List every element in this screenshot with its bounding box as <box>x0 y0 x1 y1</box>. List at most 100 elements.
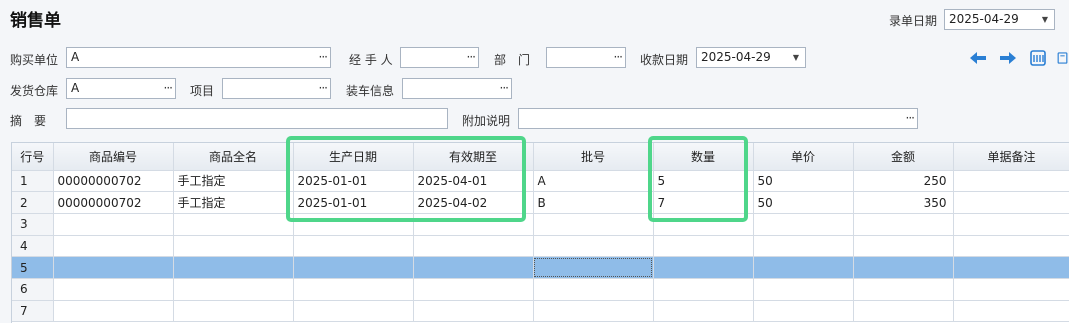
cell-exp-date[interactable] <box>413 278 534 301</box>
cell-name[interactable] <box>173 300 294 323</box>
cell-amount[interactable]: 250 <box>853 170 954 193</box>
cell-remark[interactable] <box>953 256 1069 279</box>
cell-batch[interactable] <box>533 235 654 258</box>
cell-exp-date[interactable] <box>413 300 534 323</box>
cell-code[interactable] <box>53 213 174 236</box>
cell-qty[interactable]: 7 <box>653 191 754 214</box>
cell-prod-date[interactable] <box>293 278 414 301</box>
cell-name[interactable] <box>173 278 294 301</box>
table-row[interactable]: 1 00000000702 手工指定 2025-01-01 2025-04-01… <box>12 170 1069 193</box>
col-header-remark[interactable]: 单据备注 <box>953 143 1069 171</box>
ellipsis-icon[interactable]: ··· <box>614 48 624 67</box>
cell-prod-date[interactable] <box>293 300 414 323</box>
notes-field[interactable]: ··· <box>518 108 918 129</box>
cell-price[interactable]: 50 <box>753 191 854 214</box>
cell-batch[interactable] <box>533 213 654 236</box>
cell-prod-date[interactable]: 2025-01-01 <box>293 191 414 214</box>
cell-price[interactable] <box>753 213 854 236</box>
table-row[interactable]: 2 00000000702 手工指定 2025-01-01 2025-04-02… <box>12 191 1069 214</box>
cell-prod-date[interactable]: 2025-01-01 <box>293 170 414 193</box>
cell-name[interactable] <box>173 213 294 236</box>
ellipsis-icon[interactable]: ··· <box>319 48 329 67</box>
cell-qty[interactable] <box>653 256 754 279</box>
summary-field[interactable] <box>66 108 448 129</box>
cell-price[interactable]: 50 <box>753 170 854 193</box>
col-header-qty[interactable]: 数量 <box>653 143 754 171</box>
cell-code[interactable]: 00000000702 <box>53 170 174 193</box>
col-header-prod-date[interactable]: 生产日期 <box>293 143 414 171</box>
col-header-row-no[interactable]: 行号 <box>12 143 54 171</box>
cell-name[interactable] <box>173 256 294 279</box>
cell-remark[interactable] <box>953 213 1069 236</box>
cell-amount[interactable] <box>853 300 954 323</box>
chevron-down-icon[interactable]: ▼ <box>787 48 805 67</box>
col-header-batch[interactable]: 批号 <box>533 143 654 171</box>
cell-remark[interactable] <box>953 278 1069 301</box>
cell-code[interactable] <box>53 300 174 323</box>
cell-qty[interactable] <box>653 235 754 258</box>
handler-field[interactable]: ··· <box>400 47 479 68</box>
cell-price[interactable] <box>753 256 854 279</box>
receipt-date-select[interactable]: 2025-04-29 ▼ <box>696 47 806 68</box>
cell-exp-date[interactable]: 2025-04-01 <box>413 170 534 193</box>
col-header-exp-date[interactable]: 有效期至 <box>413 143 534 171</box>
buyer-field[interactable]: A ··· <box>66 47 331 68</box>
cell-amount[interactable] <box>853 256 954 279</box>
table-row[interactable]: 6 <box>12 278 1069 301</box>
items-grid[interactable]: 行号 商品编号 商品全名 生产日期 有效期至 批号 数量 单价 金额 单据备注 … <box>11 142 1069 323</box>
cell-qty[interactable] <box>653 300 754 323</box>
cell-exp-date[interactable] <box>413 235 534 258</box>
cell-code[interactable] <box>53 256 174 279</box>
cell-name[interactable]: 手工指定 <box>173 170 294 193</box>
cell-prod-date[interactable] <box>293 235 414 258</box>
cell-batch[interactable]: B <box>533 191 654 214</box>
col-header-code[interactable]: 商品编号 <box>53 143 174 171</box>
cell-code[interactable] <box>53 235 174 258</box>
ellipsis-icon[interactable]: ··· <box>467 48 477 67</box>
cell-exp-date[interactable] <box>413 213 534 236</box>
cell-remark[interactable] <box>953 300 1069 323</box>
col-header-price[interactable]: 单价 <box>753 143 854 171</box>
cell-code[interactable]: 00000000702 <box>53 191 174 214</box>
arrow-left-icon[interactable] <box>968 48 988 68</box>
table-row[interactable]: 7 <box>12 300 1069 323</box>
cell-batch-focused[interactable] <box>533 256 654 279</box>
entry-date-select[interactable]: 2025-04-29 ▼ <box>944 9 1055 30</box>
cell-price[interactable] <box>753 278 854 301</box>
cell-prod-date[interactable] <box>293 213 414 236</box>
arrow-right-icon[interactable] <box>998 48 1018 68</box>
cell-exp-date[interactable] <box>413 256 534 279</box>
calculator-icon[interactable] <box>1028 48 1048 68</box>
cell-amount[interactable]: 350 <box>853 191 954 214</box>
cell-batch[interactable]: A <box>533 170 654 193</box>
cell-qty[interactable] <box>653 278 754 301</box>
cell-name[interactable]: 手工指定 <box>173 191 294 214</box>
ellipsis-icon[interactable]: ··· <box>164 79 174 98</box>
table-row[interactable]: 4 <box>12 235 1069 258</box>
cell-remark[interactable] <box>953 235 1069 258</box>
warehouse-field[interactable]: A ··· <box>66 78 176 99</box>
cell-remark[interactable] <box>953 170 1069 193</box>
cell-name[interactable] <box>173 235 294 258</box>
cell-exp-date[interactable]: 2025-04-02 <box>413 191 534 214</box>
cell-remark[interactable] <box>953 191 1069 214</box>
cell-batch[interactable] <box>533 278 654 301</box>
cell-qty[interactable] <box>653 213 754 236</box>
col-header-name[interactable]: 商品全名 <box>173 143 294 171</box>
project-field[interactable]: ··· <box>222 78 331 99</box>
cell-code[interactable] <box>53 278 174 301</box>
cell-batch[interactable] <box>533 300 654 323</box>
table-row-selected[interactable]: 5 <box>12 256 1069 279</box>
chevron-down-icon[interactable]: ▼ <box>1036 10 1054 29</box>
cell-amount[interactable] <box>853 278 954 301</box>
col-header-amount[interactable]: 金额 <box>853 143 954 171</box>
table-row[interactable]: 3 <box>12 213 1069 236</box>
cell-price[interactable] <box>753 235 854 258</box>
cell-amount[interactable] <box>853 235 954 258</box>
cell-qty[interactable]: 5 <box>653 170 754 193</box>
dept-field[interactable]: ··· <box>546 47 626 68</box>
ellipsis-icon[interactable]: ··· <box>500 79 510 98</box>
cell-amount[interactable] <box>853 213 954 236</box>
copy-icon[interactable] <box>1056 48 1069 68</box>
ellipsis-icon[interactable]: ··· <box>319 79 329 98</box>
